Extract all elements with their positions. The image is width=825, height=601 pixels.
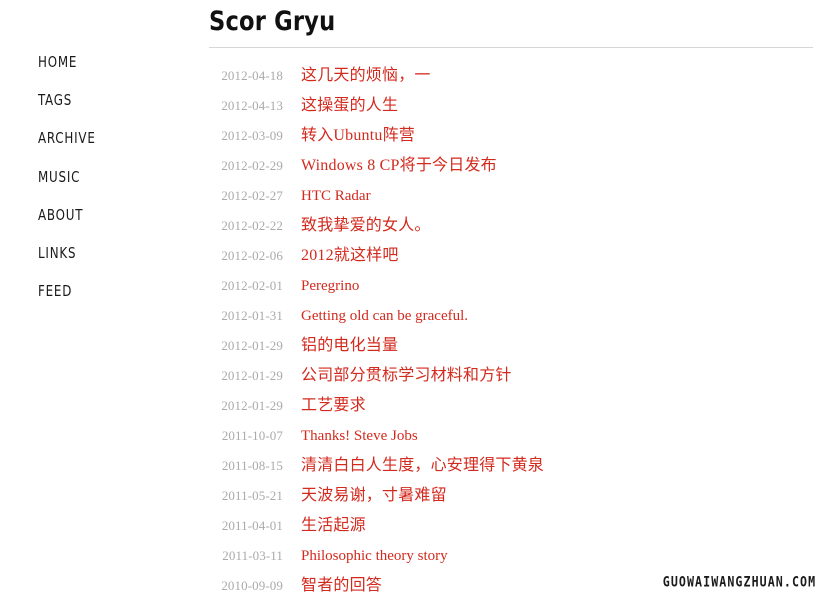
post-date: 2012-02-29 bbox=[221, 158, 283, 173]
sidebar-item-label[interactable]: TAGS bbox=[38, 88, 72, 113]
post-title-link[interactable]: 转入Ubuntu阵营 bbox=[301, 121, 415, 151]
sidebar-item-feed[interactable]: FEED bbox=[38, 279, 103, 304]
post-title-link[interactable]: Philosophic theory story bbox=[301, 541, 448, 571]
post-date: 2012-02-22 bbox=[221, 218, 283, 233]
sidebar-item-label[interactable]: MUSIC bbox=[38, 165, 80, 190]
page-title: Scor Gryu bbox=[209, 6, 336, 37]
post-list-item: 2012-02-29 Windows 8 CP将于今日发布 bbox=[209, 151, 813, 181]
sidebar-item-tags[interactable]: TAGS bbox=[38, 88, 103, 113]
post-title-link[interactable]: HTC Radar bbox=[301, 181, 371, 211]
post-title-link[interactable]: 智者的回答 bbox=[301, 571, 382, 601]
post-list-item: 2012-04-18 这几天的烦恼，一 bbox=[209, 61, 813, 91]
title-divider bbox=[209, 47, 813, 48]
post-title-link[interactable]: 2012就这样吧 bbox=[301, 241, 399, 271]
sidebar-item-label[interactable]: HOME bbox=[38, 50, 77, 75]
sidebar-item-archive[interactable]: ARCHIVE bbox=[38, 126, 103, 151]
post-list-item: 2012-01-29 工艺要求 bbox=[209, 391, 813, 421]
sidebar-item-label[interactable]: ARCHIVE bbox=[38, 126, 96, 151]
post-date: 2012-02-01 bbox=[221, 278, 283, 293]
post-date: 2012-04-18 bbox=[221, 68, 283, 83]
post-list-item: 2011-10-07 Thanks! Steve Jobs bbox=[209, 421, 813, 451]
post-title-link[interactable]: Peregrino bbox=[301, 271, 359, 301]
post-date: 2012-03-09 bbox=[221, 128, 283, 143]
post-title-link[interactable]: Windows 8 CP将于今日发布 bbox=[301, 151, 497, 181]
sidebar-item-label[interactable]: ABOUT bbox=[38, 203, 83, 228]
sidebar: HOME TAGS ARCHIVE MUSIC ABOUT LINKS FEED bbox=[0, 0, 200, 596]
main-content: Scor Gryu 2012-04-18 这几天的烦恼，一 2012-04-13 这操… bbox=[209, 0, 813, 601]
post-date: 2011-03-11 bbox=[222, 548, 283, 563]
sidebar-nav-list: HOME TAGS ARCHIVE MUSIC ABOUT LINKS FEED bbox=[38, 50, 103, 317]
post-list-item: 2011-04-01 生活起源 bbox=[209, 511, 813, 541]
post-title-link[interactable]: 铝的电化当量 bbox=[301, 331, 398, 361]
sidebar-item-links[interactable]: LINKS bbox=[38, 241, 103, 266]
post-date: 2012-02-06 bbox=[221, 248, 283, 263]
post-date: 2011-08-15 bbox=[221, 458, 283, 473]
sidebar-item-home[interactable]: HOME bbox=[38, 50, 103, 75]
post-title-link[interactable]: 这操蛋的人生 bbox=[301, 91, 398, 121]
post-list-item: 2012-01-31 Getting old can be graceful. bbox=[209, 301, 813, 331]
sidebar-item-label[interactable]: LINKS bbox=[38, 241, 76, 266]
post-list-item: 2012-02-27 HTC Radar bbox=[209, 181, 813, 211]
post-title-link[interactable]: 生活起源 bbox=[301, 511, 366, 541]
post-title-link[interactable]: 公司部分贯标学习材料和方针 bbox=[301, 361, 512, 391]
post-title-link[interactable]: Thanks! Steve Jobs bbox=[301, 421, 418, 451]
post-date: 2011-05-21 bbox=[221, 488, 283, 503]
post-list-item: 2012-02-06 2012就这样吧 bbox=[209, 241, 813, 271]
sidebar-item-label[interactable]: FEED bbox=[38, 279, 72, 304]
post-title-link[interactable]: 致我挚爱的女人。 bbox=[301, 211, 431, 241]
post-date: 2010-09-09 bbox=[221, 578, 283, 593]
post-title-link[interactable]: 清清白白人生度，心安理得下黄泉 bbox=[301, 451, 544, 481]
post-list-item: 2011-05-21 天波易谢，寸暑难留 bbox=[209, 481, 813, 511]
post-date: 2012-04-13 bbox=[221, 98, 283, 113]
post-date: 2011-04-01 bbox=[221, 518, 283, 533]
post-list-item: 2012-02-01 Peregrino bbox=[209, 271, 813, 301]
post-list-item: 2012-01-29 公司部分贯标学习材料和方针 bbox=[209, 361, 813, 391]
post-list-item: 2012-03-09 转入Ubuntu阵营 bbox=[209, 121, 813, 151]
post-date: 2012-01-29 bbox=[221, 398, 283, 413]
post-date: 2012-01-31 bbox=[221, 308, 283, 323]
post-date: 2011-10-07 bbox=[221, 428, 283, 443]
post-list: 2012-04-18 这几天的烦恼，一 2012-04-13 这操蛋的人生 2012-0… bbox=[209, 61, 813, 601]
page-root: HOME TAGS ARCHIVE MUSIC ABOUT LINKS FEED Scor … bbox=[0, 0, 825, 596]
post-list-item: 2012-01-29 铝的电化当量 bbox=[209, 331, 813, 361]
post-title-link[interactable]: Getting old can be graceful. bbox=[301, 301, 468, 331]
post-list-item: 2012-02-22 致我挚爱的女人。 bbox=[209, 211, 813, 241]
post-date: 2012-02-27 bbox=[221, 188, 283, 203]
post-list-item: 2011-03-11 Philosophic theory story bbox=[209, 541, 813, 571]
sidebar-item-music[interactable]: MUSIC bbox=[38, 165, 103, 190]
post-title-link[interactable]: 这几天的烦恼，一 bbox=[301, 61, 431, 91]
sidebar-item-about[interactable]: ABOUT bbox=[38, 203, 103, 228]
watermark: GUOWAIWANGZHUAN.COM bbox=[662, 573, 816, 590]
post-title-link[interactable]: 天波易谢，寸暑难留 bbox=[301, 481, 447, 511]
post-date: 2012-01-29 bbox=[221, 368, 283, 383]
post-list-item: 2011-08-15 清清白白人生度，心安理得下黄泉 bbox=[209, 451, 813, 481]
post-list-item: 2012-04-13 这操蛋的人生 bbox=[209, 91, 813, 121]
post-date: 2012-01-29 bbox=[221, 338, 283, 353]
post-title-link[interactable]: 工艺要求 bbox=[301, 391, 366, 421]
